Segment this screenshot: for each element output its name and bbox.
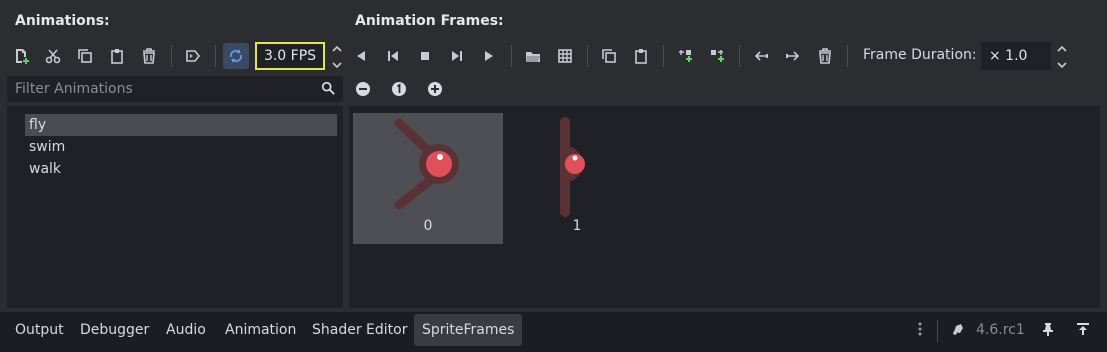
filter-animations[interactable] [7, 76, 343, 102]
animation-item-fly[interactable]: fly [25, 114, 337, 136]
status-separator [937, 320, 938, 342]
duplicate-icon[interactable] [72, 43, 98, 69]
animation-item-walk[interactable]: walk [25, 158, 337, 180]
chevron-down-icon[interactable] [331, 59, 343, 71]
frame-1[interactable]: 1 [502, 113, 652, 244]
toolbar-separator [663, 45, 664, 67]
toolbar-separator [739, 45, 740, 67]
copy-frame-icon[interactable] [596, 43, 622, 69]
more-options-icon[interactable] [907, 316, 933, 342]
sprite-frames-panel: Animations: 3.0 FPS fly swim walk Animat… [0, 0, 1107, 312]
grid-icon[interactable] [552, 43, 578, 69]
paste-icon[interactable] [104, 43, 130, 69]
loop-icon[interactable] [223, 43, 249, 69]
tab-debugger[interactable]: Debugger [72, 314, 157, 346]
stop-icon[interactable] [412, 43, 438, 69]
expand-panel-icon[interactable] [1070, 316, 1096, 342]
autoplay-icon[interactable] [180, 43, 206, 69]
zoom-out-icon[interactable] [350, 76, 376, 102]
play-backwards-from-end-icon[interactable] [348, 43, 374, 69]
play-icon[interactable] [476, 43, 502, 69]
play-from-start-icon[interactable] [444, 43, 470, 69]
frame-index-label: 0 [423, 218, 433, 234]
chevron-up-icon[interactable] [331, 43, 343, 55]
fps-field[interactable]: 3.0 FPS [255, 42, 325, 70]
zoom-in-icon[interactable] [422, 76, 448, 102]
insert-after-icon[interactable] [704, 43, 730, 69]
toolbar-separator [511, 45, 512, 67]
chevron-up-icon[interactable] [1056, 43, 1068, 55]
frame-index-label: 1 [572, 218, 582, 234]
new-animation-icon[interactable] [8, 43, 34, 69]
tab-animation[interactable]: Animation [217, 314, 304, 346]
frames-grid: 0 1 [349, 106, 1100, 308]
toolbar-separator [587, 45, 588, 67]
move-right-icon[interactable] [780, 43, 806, 69]
toolbar-separator [215, 45, 216, 67]
filter-animations-input[interactable] [7, 76, 307, 102]
pin-icon[interactable] [1035, 316, 1061, 342]
zoom-reset-icon[interactable] [386, 76, 412, 102]
cut-icon[interactable] [40, 43, 66, 69]
animation-item-swim[interactable]: swim [25, 136, 337, 158]
notification-bell-icon[interactable] [945, 316, 971, 342]
frame-duration-field[interactable]: × 1.0 [981, 42, 1051, 70]
move-left-icon[interactable] [748, 43, 774, 69]
bottom-panel-tabs: Output Debugger Audio Animation Shader E… [0, 312, 1107, 352]
frame-duration-stepper[interactable] [1055, 43, 1069, 71]
open-folder-icon[interactable] [520, 43, 546, 69]
insert-before-icon[interactable] [672, 43, 698, 69]
animation-list: fly swim walk [7, 106, 343, 308]
version-label: 4.6.rc1 [976, 322, 1025, 338]
fps-stepper[interactable] [330, 43, 344, 71]
delete-icon[interactable] [136, 43, 162, 69]
animation-frames-title: Animation Frames: [355, 13, 504, 29]
toolbar-separator [847, 45, 848, 67]
paste-frame-icon[interactable] [628, 43, 654, 69]
toolbar-separator [171, 45, 172, 67]
tab-shader-editor[interactable]: Shader Editor [304, 314, 415, 346]
search-icon [321, 81, 335, 99]
animations-title: Animations: [15, 13, 110, 29]
frame-0[interactable]: 0 [353, 113, 503, 244]
chevron-down-icon[interactable] [1056, 59, 1068, 71]
delete-frame-icon[interactable] [812, 43, 838, 69]
frame-duration-label: Frame Duration: [863, 47, 977, 63]
tab-output[interactable]: Output [7, 314, 72, 346]
tab-spriteframes[interactable]: SpriteFrames [414, 314, 523, 346]
tab-audio[interactable]: Audio [158, 314, 214, 346]
play-backwards-icon[interactable] [380, 43, 406, 69]
